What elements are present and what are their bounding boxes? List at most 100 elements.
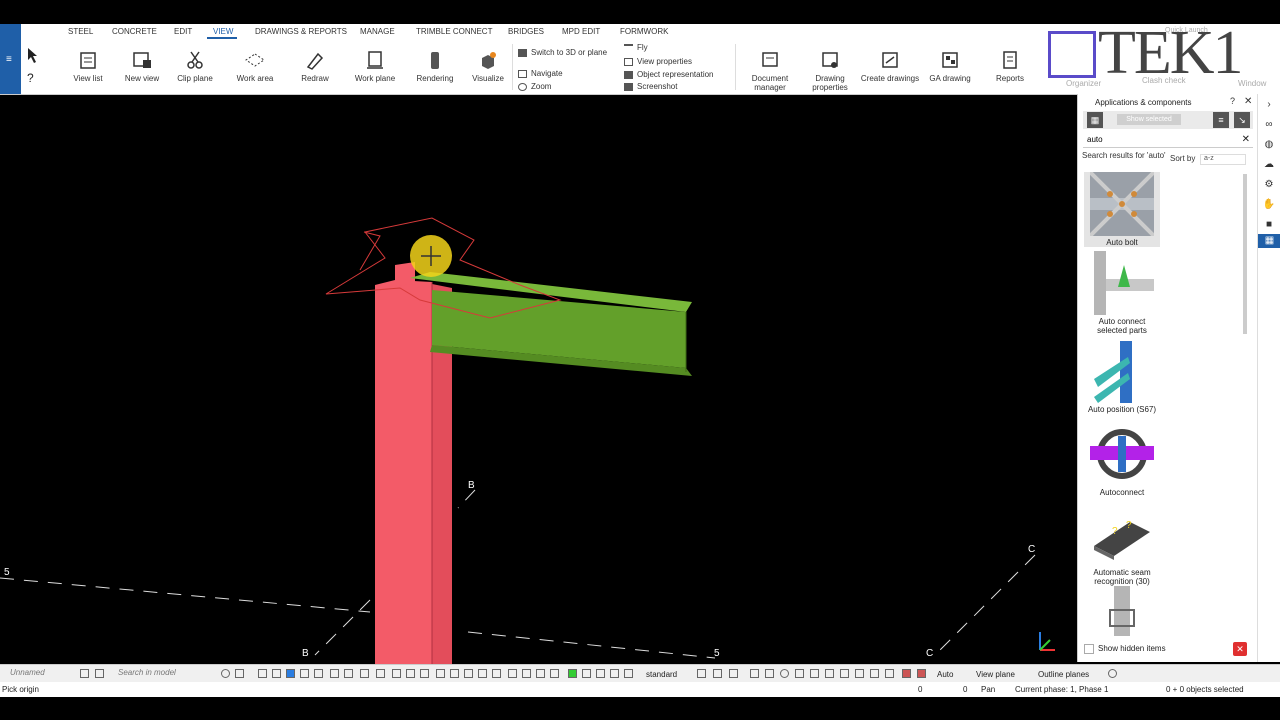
snap-l-icon[interactable] (917, 669, 926, 678)
quick-menu-strip[interactable]: ≡ (0, 24, 21, 94)
tab-concrete[interactable]: CONCRETE (112, 27, 157, 36)
snap-j-icon[interactable] (885, 669, 894, 678)
visibility-icon[interactable] (1108, 669, 1117, 678)
select-welds-icon[interactable] (344, 669, 353, 678)
snap-2-icon[interactable] (406, 669, 415, 678)
work-area-button[interactable]: Work area (223, 50, 287, 83)
delete-icon[interactable] (95, 669, 104, 678)
quick-launch-input[interactable]: Quick Launch (1165, 27, 1208, 34)
component-search[interactable]: ✕ (1083, 133, 1253, 148)
snap-3-icon[interactable] (420, 669, 429, 678)
tab-formwork[interactable]: FORMWORK (620, 27, 668, 36)
snap-e-icon[interactable] (810, 669, 819, 678)
zoom-selected-icon[interactable] (235, 669, 244, 678)
select-components-icon[interactable] (300, 669, 309, 678)
outline-planes-select[interactable]: Outline planes (1038, 670, 1089, 679)
select-points-icon[interactable] (330, 669, 339, 678)
snap-14-icon[interactable] (582, 669, 591, 678)
steel-beam[interactable] (410, 272, 692, 376)
plane-1-icon[interactable] (697, 669, 706, 678)
cube-icon[interactable]: ■ (1262, 218, 1276, 232)
model-field[interactable]: Unnamed (10, 668, 45, 680)
expand-icon[interactable]: › (1262, 98, 1276, 112)
snap-12-icon[interactable] (550, 669, 559, 678)
drawing-properties-button[interactable]: Drawing properties (798, 50, 862, 92)
fly-button[interactable]: Fly (624, 43, 648, 52)
standard-select[interactable]: standard (646, 670, 677, 679)
close-icon[interactable]: ✕ (1244, 96, 1252, 107)
link-icon[interactable]: ∞ (1262, 118, 1276, 132)
switch-3d-button[interactable]: Switch to 3D or plane (518, 48, 607, 57)
remove-icon[interactable]: ✕ (1233, 642, 1247, 656)
reports-button[interactable]: Reports (978, 50, 1042, 83)
phase-text[interactable]: Current phase: 1, Phase 1 (1015, 685, 1108, 694)
object-representation-button[interactable]: Object representation (624, 70, 714, 79)
document-manager-button[interactable]: Document manager (738, 50, 802, 92)
snap-5-icon[interactable] (450, 669, 459, 678)
select-tool-icon[interactable]: ? (24, 44, 48, 90)
tab-drawings-reports[interactable]: DRAWINGS & REPORTS (255, 27, 347, 36)
component-auto-bolt[interactable]: Auto bolt (1084, 172, 1160, 247)
select-bolts-icon[interactable] (360, 669, 369, 678)
snap-11-icon[interactable] (536, 669, 545, 678)
component-automatic-seam-recognition[interactable]: ? ? Automatic seam recognition (30) (1084, 502, 1160, 586)
snap-7-icon[interactable] (478, 669, 487, 678)
tab-view[interactable]: VIEW (213, 27, 233, 36)
component-search-input[interactable] (1083, 133, 1231, 146)
snap-16-icon[interactable] (610, 669, 619, 678)
list-view-icon[interactable]: ≡ (1213, 112, 1229, 128)
snap-9-icon[interactable] (508, 669, 517, 678)
snap-6-icon[interactable] (464, 669, 473, 678)
select-grids-icon[interactable] (314, 669, 323, 678)
snap-4-icon[interactable] (436, 669, 445, 678)
tab-steel[interactable]: STEEL (68, 27, 93, 36)
visualize-button[interactable]: Visualize (456, 50, 520, 83)
snap-f-icon[interactable] (825, 669, 834, 678)
redraw-button[interactable]: Redraw (283, 50, 347, 83)
snap-13-icon[interactable] (568, 669, 577, 678)
component-autoconnect[interactable]: Autoconnect (1084, 422, 1160, 497)
snap-a-icon[interactable] (750, 669, 759, 678)
snap-d-icon[interactable] (795, 669, 804, 678)
view-properties-button[interactable]: View properties (624, 57, 692, 66)
model-viewport[interactable] (0, 94, 1077, 664)
screenshot-button[interactable]: Screenshot (624, 82, 677, 91)
cloud-icon[interactable]: ☁ (1262, 158, 1276, 172)
applications-icon[interactable]: ▦ (1258, 234, 1280, 248)
tab-manage[interactable]: MANAGE (360, 27, 395, 36)
component-auto-connect[interactable]: Auto connect selected parts (1084, 251, 1160, 335)
snap-i-icon[interactable] (870, 669, 879, 678)
auto-select[interactable]: Auto (937, 670, 953, 679)
snap-10-icon[interactable] (522, 669, 531, 678)
clear-search-icon[interactable]: ✕ (1242, 134, 1250, 145)
plane-2-icon[interactable] (713, 669, 722, 678)
snap-b-icon[interactable] (765, 669, 774, 678)
hand-icon[interactable]: ✋ (1262, 198, 1276, 212)
help-icon[interactable]: ? (1230, 96, 1235, 106)
add-icon[interactable] (80, 669, 89, 678)
eye-icon[interactable] (729, 669, 738, 678)
select-views-icon[interactable] (376, 669, 385, 678)
select-mode-icon[interactable] (258, 669, 267, 678)
snap-h-icon[interactable] (855, 669, 864, 678)
ga-drawing-button[interactable]: GA drawing (918, 50, 982, 83)
show-hidden-checkbox[interactable] (1084, 644, 1094, 654)
create-drawings-button[interactable]: Create drawings (858, 50, 922, 83)
tab-bridges[interactable]: BRIDGES (508, 27, 544, 36)
tab-mpd-edit[interactable]: MPD EDIT (562, 27, 600, 36)
navigate-button[interactable]: Navigate (518, 69, 563, 78)
view-plane-select[interactable]: View plane (976, 670, 1015, 679)
minimize-icon[interactable]: ↘ (1234, 112, 1250, 128)
snap-1-icon[interactable] (392, 669, 401, 678)
hamburger-icon[interactable]: ≡ (6, 54, 12, 65)
search-model-input[interactable]: Search in model (118, 668, 176, 680)
tab-trimble-connect[interactable]: TRIMBLE CONNECT (416, 27, 492, 36)
snap-15-icon[interactable] (596, 669, 605, 678)
show-selected-button[interactable]: Show selected (1117, 114, 1181, 125)
globe-icon[interactable]: ◍ (1262, 138, 1276, 152)
component-next[interactable] (1084, 586, 1160, 636)
snap-8-icon[interactable] (492, 669, 501, 678)
tab-edit[interactable]: EDIT (174, 27, 192, 36)
clip-plane-button[interactable]: Clip plane (163, 50, 227, 83)
zoom-button[interactable]: Zoom (518, 82, 551, 91)
